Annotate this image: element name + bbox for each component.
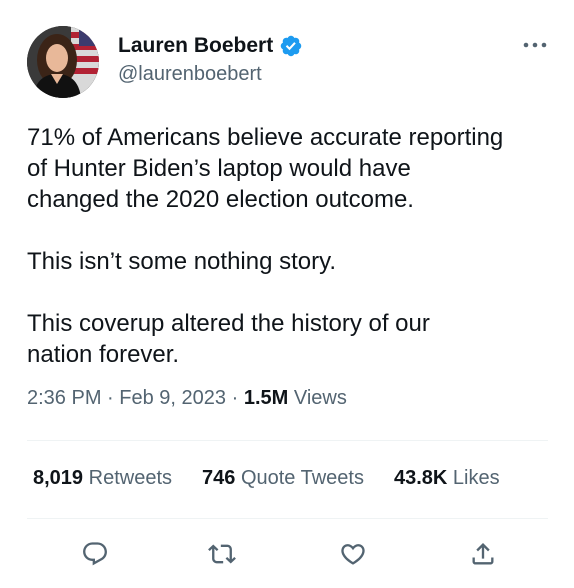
author-block: Lauren Boebert @laurenboebert <box>118 33 303 86</box>
tweet-date[interactable]: Feb 9, 2023 <box>119 387 226 409</box>
retweets-label: Retweets <box>88 467 172 489</box>
author-display-name[interactable]: Lauren Boebert <box>118 34 273 58</box>
likes-stat[interactable]: 43.8K Likes <box>394 467 500 490</box>
tweet-line: nation forever. <box>27 341 180 368</box>
more-icon[interactable] <box>520 38 550 52</box>
tweet-line: changed the 2020 election outcome. <box>27 186 414 213</box>
like-button[interactable] <box>336 537 370 571</box>
action-bar <box>0 537 574 571</box>
quotes-stat[interactable]: 746 Quote Tweets <box>202 467 364 490</box>
tweet-stats: 8,019 Retweets 746 Quote Tweets 43.8K Li… <box>33 467 500 490</box>
meta-separator: · <box>231 387 239 409</box>
tweet-paragraph: This coverup altered the history of our … <box>27 308 557 370</box>
meta-separator: · <box>107 387 114 409</box>
retweet-icon <box>208 544 236 564</box>
tweet-meta: 2:36 PM · Feb 9, 2023 · 1.5M Views <box>27 387 347 410</box>
avatar[interactable] <box>27 26 99 98</box>
retweets-count: 8,019 <box>33 467 84 489</box>
likes-count: 43.8K <box>393 467 448 489</box>
share-button[interactable] <box>466 537 500 571</box>
avatar-image <box>27 26 99 98</box>
retweet-button[interactable] <box>205 537 239 571</box>
divider <box>27 440 548 441</box>
author-handle[interactable]: @laurenboebert <box>118 63 303 86</box>
tweet-line: 71% of Americans believe accurate report… <box>27 124 504 151</box>
author-name-row: Lauren Boebert <box>118 33 303 59</box>
tweet-text: 71% of Americans believe accurate report… <box>27 122 557 370</box>
views-count: 1.5M <box>243 387 289 409</box>
quotes-count: 746 <box>202 467 236 489</box>
divider <box>27 518 548 519</box>
tweet-paragraph: 71% of Americans believe accurate report… <box>27 122 557 215</box>
views-label: Views <box>293 387 347 409</box>
reply-icon <box>83 542 107 566</box>
tweet-time[interactable]: 2:36 PM <box>27 387 101 409</box>
reply-button[interactable] <box>78 537 112 571</box>
like-icon <box>341 544 365 565</box>
verified-badge-icon <box>280 35 302 57</box>
tweet-paragraph: This isn’t some nothing story. <box>27 246 557 277</box>
share-icon <box>472 543 494 565</box>
quotes-label: Quote Tweets <box>240 467 364 489</box>
tweet-line: This isn’t some nothing story. <box>27 248 337 275</box>
tweet-line: This coverup altered the history of our <box>27 310 430 337</box>
tweet-line: of Hunter Biden’s laptop would have <box>27 155 411 182</box>
tweet-card: Lauren Boebert @laurenboebert 71% of Ame… <box>0 0 574 588</box>
retweets-stat[interactable]: 8,019 Retweets <box>33 467 172 490</box>
likes-label: Likes <box>452 467 500 489</box>
